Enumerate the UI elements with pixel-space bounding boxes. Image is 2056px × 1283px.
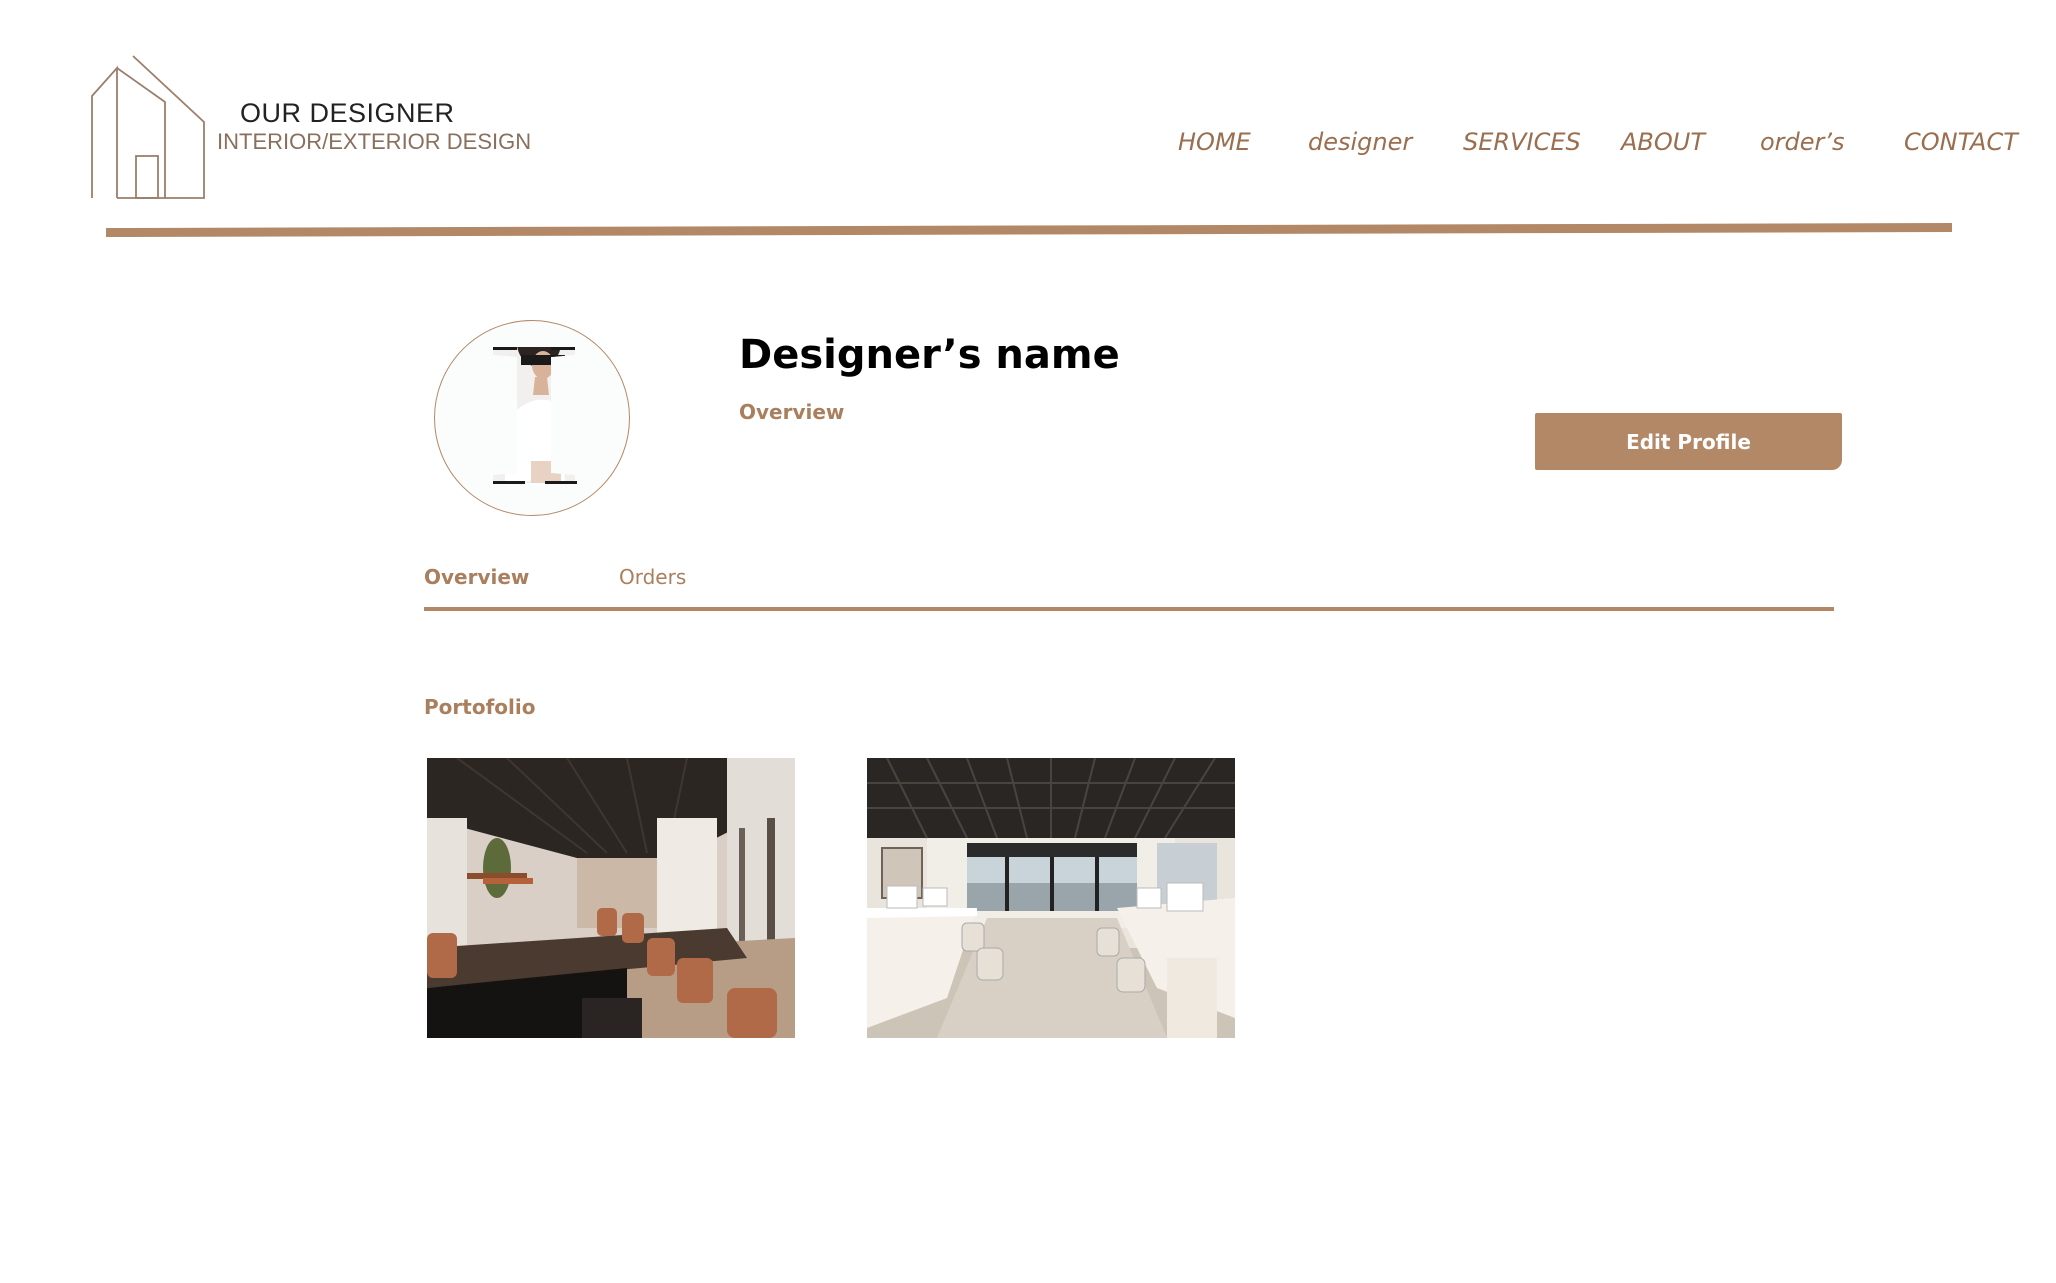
brand-logo[interactable]	[90, 48, 210, 200]
nav-orders[interactable]: order’s	[1760, 128, 1845, 156]
brand-tagline: INTERIOR/EXTERIOR DESIGN	[217, 129, 532, 154]
nav-services[interactable]: SERVICES	[1463, 128, 1581, 156]
nav-designer[interactable]: designer	[1308, 128, 1412, 156]
brand-name: OUR DESIGNER	[240, 98, 455, 128]
portfolio-image-open-office[interactable]	[867, 758, 1235, 1038]
header-divider	[106, 223, 1952, 237]
profile-subtitle: Overview	[739, 400, 845, 424]
house-outline-icon	[91, 55, 205, 199]
designer-name: Designer’s name	[739, 332, 1120, 378]
portfolio-image-office-lounge[interactable]	[427, 758, 795, 1038]
tab-orders[interactable]: Orders	[619, 565, 686, 589]
nav-contact[interactable]: CONTACT	[1904, 128, 2018, 156]
nav-home[interactable]: HOME	[1178, 128, 1251, 156]
nav-about[interactable]: ABOUT	[1621, 128, 1705, 156]
avatar[interactable]	[434, 320, 630, 516]
edit-profile-button[interactable]: Edit Profile	[1535, 413, 1842, 470]
portfolio-title: Portofolio	[424, 695, 536, 719]
tabs-divider	[424, 607, 1834, 611]
tab-overview[interactable]: Overview	[424, 565, 529, 589]
